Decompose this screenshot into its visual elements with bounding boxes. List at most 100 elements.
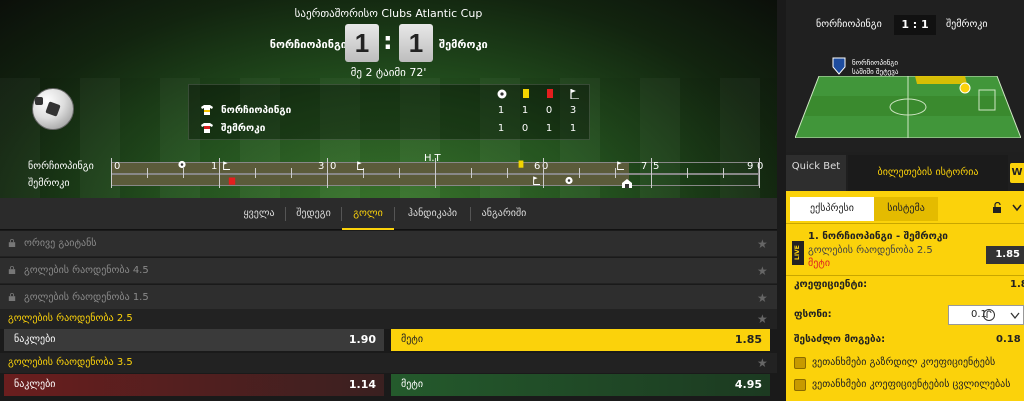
away-goals: 1 — [497, 123, 505, 134]
market-header[interactable]: გოლების რაოდენობა 3.5 ★ — [0, 353, 777, 373]
odd-label: ნაკლები — [14, 379, 56, 390]
market-tabs: ყველა შედეგი გოლი ჰანდიკაპი ანგარიში — [0, 198, 777, 230]
quick-bet-toggle[interactable]: Quick Bet — [786, 155, 846, 191]
tab-goals[interactable]: გოლი — [342, 198, 394, 230]
tick-label: 0 — [757, 161, 764, 172]
wallet-button[interactable]: W — [1010, 163, 1024, 183]
tick-label: 1 — [211, 161, 218, 172]
tab-result[interactable]: შედეგი — [286, 198, 341, 230]
bet-slip: ექსპრესი სისტემა LIVE 1. ნორჩიოპინგი - შ… — [786, 191, 1024, 401]
match-time: მე 2 ტაიმი 72' — [350, 66, 427, 79]
corner-flag-icon — [533, 176, 540, 185]
team-crest-icon — [832, 57, 846, 75]
timeline-tick — [255, 168, 256, 178]
odd-over-button-selected[interactable]: მეტი 1.85 — [391, 329, 770, 351]
tick-label: 0 — [114, 161, 121, 172]
timeline-home-label: ნორჩიოპინგი — [28, 161, 94, 172]
market-header[interactable]: გოლების რაოდენობა 2.5 ★ — [0, 309, 777, 329]
star-icon[interactable]: ★ — [757, 265, 769, 277]
chevron-down-icon[interactable] — [1012, 204, 1022, 212]
odd-under-button[interactable]: ნაკლები 1.90 — [4, 329, 384, 351]
match-header: საერთაშორისო Clubs Atlantic Cup ნორჩიოპი… — [0, 0, 777, 198]
away-yellow: 0 — [521, 123, 529, 134]
odd-label: მეტი — [401, 379, 424, 390]
timeline-tick — [399, 168, 400, 178]
accept-odds-change-label: ვეთანხმები კოეფიციენტების ცვლილებას — [812, 379, 1011, 390]
slip-divider — [786, 275, 1024, 276]
star-icon[interactable]: ★ — [757, 357, 769, 369]
red-card-icon — [228, 177, 236, 185]
coef-value: 1.8 — [1010, 279, 1024, 290]
timeline-tick — [219, 158, 220, 188]
tab-handicap[interactable]: ჰანდიკაპი — [395, 198, 470, 230]
selection-market: გოლების რაოდენობა 2.5 — [808, 245, 933, 256]
stats-away-name: შემროკი — [221, 123, 266, 134]
away-corners: 1 — [569, 123, 577, 134]
coef-label: კოეფიციენტი: — [794, 279, 868, 290]
timeline-tick — [471, 168, 472, 178]
tab-score[interactable]: ანგარიში — [471, 198, 537, 230]
red-card-icon — [547, 89, 553, 98]
odd-over-button[interactable]: მეტი 4.95 — [391, 374, 770, 396]
stats-table: ნორჩიოპინგი 1 1 0 3 შემროკი 1 0 1 1 — [188, 84, 590, 140]
slip-tab-system[interactable]: სისტემა — [874, 197, 938, 221]
yellow-card-icon — [518, 160, 524, 168]
potential-win-label: შესაძლო მოგება: — [794, 334, 886, 345]
goal-ball-icon — [565, 176, 573, 185]
timeline-tick — [543, 158, 544, 188]
slip-tab-express[interactable]: ექსპრესი — [790, 197, 874, 221]
home-yellow: 1 — [521, 105, 529, 116]
market-title: გოლების რაოდენობა 1.5 — [24, 292, 149, 303]
selection-pick: მეტი — [808, 258, 831, 269]
ticket-history-link[interactable]: ბილეთების ისტორია — [848, 155, 1008, 191]
home-red: 0 — [545, 105, 553, 116]
corner-flag-icon — [223, 161, 230, 170]
market-title: გოლების რაოდენობა 3.5 — [8, 357, 133, 368]
stadium-marker-icon — [622, 179, 632, 188]
star-icon[interactable]: ★ — [757, 238, 769, 250]
stats-row-away: შემროკი 1 0 1 1 — [189, 120, 591, 138]
timeline-progress — [112, 163, 629, 173]
market-title: გოლების რაოდენობა 2.5 — [8, 313, 133, 324]
timeline-tick — [327, 158, 328, 188]
tracker-event-team: ნორჩიოპინგი — [852, 59, 899, 67]
accept-odds-change-checkbox[interactable] — [794, 379, 806, 391]
pitch-graphic — [795, 76, 1021, 138]
market-title: ორივე გაიტანს — [24, 238, 97, 249]
timeline-tick — [147, 168, 148, 178]
tick-label: 9 — [747, 161, 754, 172]
stats-home-name: ნორჩიოპინგი — [221, 105, 292, 116]
potential-win-value: 0.18 — [996, 334, 1021, 345]
app-root: საერთაშორისო Clubs Atlantic Cup ნორჩიოპი… — [0, 0, 1024, 401]
chevron-down-icon[interactable] — [1010, 312, 1020, 320]
unlock-icon[interactable] — [992, 202, 1004, 214]
market-locked[interactable]: გოლების რაოდენობა 1.5 ★ — [0, 285, 777, 311]
timeline-tick — [579, 168, 580, 178]
home-score: 1 — [345, 24, 379, 62]
lock-icon — [8, 293, 16, 301]
accept-higher-odds-checkbox[interactable] — [794, 357, 806, 369]
football-icon — [32, 88, 74, 130]
odd-under-button[interactable]: ნაკლები 1.14 — [4, 374, 384, 396]
away-score: 1 — [399, 24, 433, 62]
timeline-tick — [291, 168, 292, 178]
competition-title: საერთაშორისო Clubs Atlantic Cup — [294, 7, 483, 20]
tick-label: 5 — [653, 161, 660, 172]
corner-flag-icon — [570, 89, 579, 99]
away-shirt-icon — [201, 123, 213, 133]
home-corners: 3 — [569, 105, 577, 116]
tab-all[interactable]: ყველა — [233, 198, 285, 230]
tracker-away: შემროკი — [946, 19, 988, 30]
corner-flag-icon — [357, 161, 364, 170]
odd-label: ნაკლები — [14, 334, 56, 345]
star-icon[interactable]: ★ — [757, 292, 769, 304]
away-red: 1 — [545, 123, 553, 134]
stake-label: ფსონი: — [794, 309, 832, 320]
timeline-tick — [651, 158, 652, 188]
market-locked[interactable]: ორივე გაიტანს ★ — [0, 231, 777, 257]
market-locked[interactable]: გოლების რაოდენობა 4.5 ★ — [0, 258, 777, 284]
stats-row-home: ნორჩიოპინგი 1 1 0 3 — [189, 102, 591, 120]
star-icon[interactable]: ★ — [757, 313, 769, 325]
currency-icon — [983, 309, 995, 321]
timeline-tick — [687, 168, 688, 178]
